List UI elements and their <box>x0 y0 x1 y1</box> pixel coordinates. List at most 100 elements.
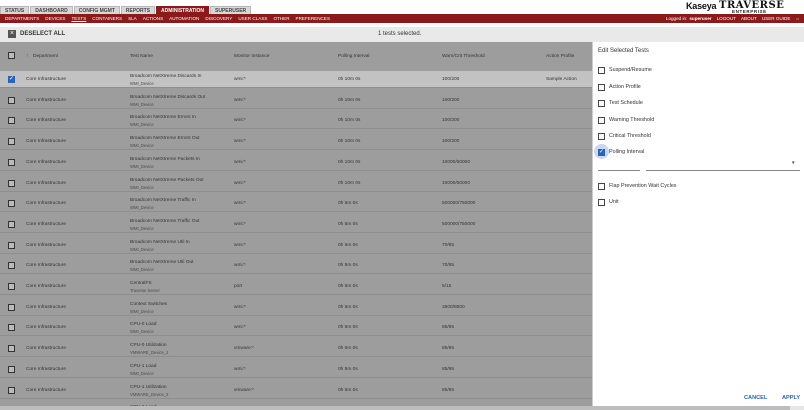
deselect-all-button[interactable]: DESELECT ALL <box>20 31 65 37</box>
cell-test-name[interactable]: Context Switches <box>130 302 167 307</box>
cell-test-name[interactable]: Broadcom NetXtreme Errors In <box>130 115 196 120</box>
tab-dashboard[interactable]: DASHBOARD <box>30 6 73 14</box>
table-row[interactable]: Core Infrastructure Broadcom NetXtreme Ut… <box>0 237 592 254</box>
table-row[interactable]: Core Infrastructure Broadcom NetXtreme Er… <box>0 133 592 151</box>
cell-test-name[interactable]: CentralFS <box>130 281 152 286</box>
logout-link[interactable]: LOGOUT <box>717 16 736 21</box>
table-row[interactable]: Core Infrastructure CPU-0 Load WMI_Device w… <box>0 319 592 337</box>
row-checkbox[interactable] <box>8 365 15 373</box>
about-link[interactable]: ABOUT <box>741 16 757 21</box>
row-checkbox[interactable] <box>8 345 15 353</box>
cell-test-name[interactable]: CPU-0 Utilization <box>130 343 167 348</box>
apply-button[interactable]: APPLY <box>782 395 800 401</box>
subnav-actions[interactable]: ACTIONS <box>140 14 166 23</box>
row-checkbox[interactable] <box>8 241 15 249</box>
subnav-user-class[interactable]: USER CLASS <box>235 14 270 23</box>
table-row[interactable]: ✓ Core Infrastructure Broadcom NetXtreme D… <box>0 71 592 88</box>
table-row[interactable]: Core Infrastructure Context Switches WMI_D… <box>0 299 592 316</box>
row-checkbox[interactable] <box>8 262 15 270</box>
option-checkbox[interactable] <box>598 67 605 74</box>
row-checkbox[interactable] <box>8 283 15 290</box>
chevron-down-icon[interactable]: ▾ <box>792 160 795 166</box>
cell-threshold: 3500/8500 <box>442 304 465 310</box>
option-checkbox[interactable]: ✓ <box>598 149 605 156</box>
cell-test-name[interactable]: Broadcom NetXtreme Discards Out <box>130 95 205 100</box>
tab-reports[interactable]: REPORTS <box>120 6 156 14</box>
row-checkbox[interactable] <box>8 200 15 208</box>
scrollbar-thumb[interactable] <box>0 406 790 410</box>
row-checkbox[interactable] <box>8 220 15 228</box>
cell-department: Core Infrastructure <box>26 97 66 103</box>
table-row[interactable]: Core Infrastructure Broadcom NetXtreme Ut… <box>0 257 592 275</box>
cell-test-name[interactable]: CPU-1 Load <box>130 364 156 369</box>
user-guide-link[interactable]: USER GUIDE <box>762 16 791 21</box>
cell-test-name[interactable]: Broadcom NetXtreme Packets In <box>130 157 200 162</box>
polling-interval-input[interactable] <box>598 170 640 171</box>
tab-status[interactable]: STATUS <box>0 6 30 14</box>
tab-config-mgmt[interactable]: CONFIG MGMT <box>73 6 120 14</box>
tab-superuser[interactable]: SUPERUSER <box>210 6 252 14</box>
header-action[interactable]: Action Profile <box>546 54 574 59</box>
table-row[interactable]: Core Infrastructure CPU-0 Utilization VMWA… <box>0 340 592 358</box>
sort-arrow-icon[interactable]: ↑ <box>26 54 28 59</box>
tab-administration[interactable]: ADMINISTRATION <box>156 6 210 14</box>
row-checkbox[interactable] <box>8 324 15 332</box>
subnav-tests[interactable]: TESTS <box>68 14 89 23</box>
subnav-devices[interactable]: DEVICES <box>42 14 68 23</box>
subnav-departments[interactable]: DEPARTMENTS <box>2 14 42 23</box>
row-checkbox[interactable] <box>8 179 15 187</box>
table-row[interactable]: Core Infrastructure Broadcom NetXtreme Er… <box>0 112 592 130</box>
row-checkbox[interactable]: ✓ <box>8 76 15 83</box>
cell-threshold: 100/200 <box>442 118 460 124</box>
table-row[interactable]: Core Infrastructure CPU-1 Utilization VMWA… <box>0 382 592 399</box>
cell-department: Core Infrastructure <box>26 118 66 124</box>
cell-test-name[interactable]: Broadcom NetXtreme Errors Out <box>130 136 200 141</box>
option-checkbox[interactable] <box>598 183 605 190</box>
main-tabs: STATUS DASHBOARD CONFIG MGMT REPORTS ADM… <box>0 6 252 14</box>
cell-test-name[interactable]: Broadcom NetXtreme Traffic Out <box>130 219 200 224</box>
cell-test-name[interactable]: CPU-1 Utilization <box>130 385 167 390</box>
header-threshold[interactable]: Warn/Crit Threshold <box>442 54 485 59</box>
cell-device: WMI_Device <box>130 163 154 169</box>
cell-test-name[interactable]: Broadcom NetXtreme Packets Out <box>130 178 204 183</box>
subnav-preferences[interactable]: PREFERENCES <box>293 14 333 23</box>
cell-test-name[interactable]: Broadcom NetXtreme Util In <box>130 240 190 245</box>
header-monitor[interactable]: Monitor Instance <box>234 54 269 59</box>
table-row[interactable]: Core Infrastructure Broadcom NetXtreme Tr… <box>0 195 592 213</box>
selection-count: 1 tests selected. <box>378 31 422 37</box>
header-polling[interactable]: Polling Interval <box>338 54 369 59</box>
row-checkbox[interactable] <box>8 96 15 104</box>
option-checkbox[interactable] <box>598 100 605 107</box>
subnav-discovery[interactable]: DISCOVERY <box>202 14 235 23</box>
cell-test-name[interactable]: Broadcom NetXtreme Discards In <box>130 74 201 79</box>
subnav-sla[interactable]: SLA <box>125 14 140 23</box>
table-row[interactable]: Core Infrastructure CPU-1 Load WMI_Device w… <box>0 361 592 378</box>
option-checkbox[interactable] <box>598 133 605 140</box>
arrows-icon[interactable]: ⇔ <box>795 16 800 21</box>
table-row[interactable]: Core Infrastructure CentralFS Traverse Ser… <box>0 278 592 295</box>
row-checkbox[interactable] <box>8 158 15 166</box>
header-test-name[interactable]: Test Name <box>130 54 153 59</box>
cell-test-name[interactable]: Broadcom NetXtreme Util Out <box>130 260 193 265</box>
table-row[interactable]: Core Infrastructure Broadcom NetXtreme Tr… <box>0 216 592 233</box>
header-department[interactable]: Department <box>33 54 58 59</box>
row-checkbox[interactable] <box>8 386 15 394</box>
cell-test-name[interactable]: Broadcom NetXtreme Traffic In <box>130 198 196 203</box>
subnav-containers[interactable]: CONTAINERS <box>89 14 125 23</box>
row-checkbox[interactable] <box>8 117 15 125</box>
subnav-automation[interactable]: AUTOMATION <box>166 14 202 23</box>
table-row[interactable]: Core Infrastructure Broadcom NetXtreme Pa… <box>0 175 592 192</box>
table-row[interactable]: Core Infrastructure Broadcom NetXtreme Pa… <box>0 154 592 171</box>
table-row[interactable]: Core Infrastructure Broadcom NetXtreme Di… <box>0 92 592 109</box>
select-all-checkbox[interactable] <box>8 52 15 59</box>
row-checkbox[interactable] <box>8 138 15 146</box>
cancel-button[interactable]: CANCEL <box>744 395 767 401</box>
polling-interval-select[interactable] <box>646 170 800 171</box>
subnav-other[interactable]: OTHER <box>270 14 292 23</box>
cell-test-name[interactable]: CPU-0 Load <box>130 322 156 327</box>
row-checkbox[interactable] <box>8 303 15 311</box>
option-checkbox[interactable] <box>598 199 605 206</box>
deselect-icon[interactable]: × <box>8 30 16 38</box>
option-checkbox[interactable] <box>598 84 605 91</box>
option-checkbox[interactable] <box>598 117 605 124</box>
